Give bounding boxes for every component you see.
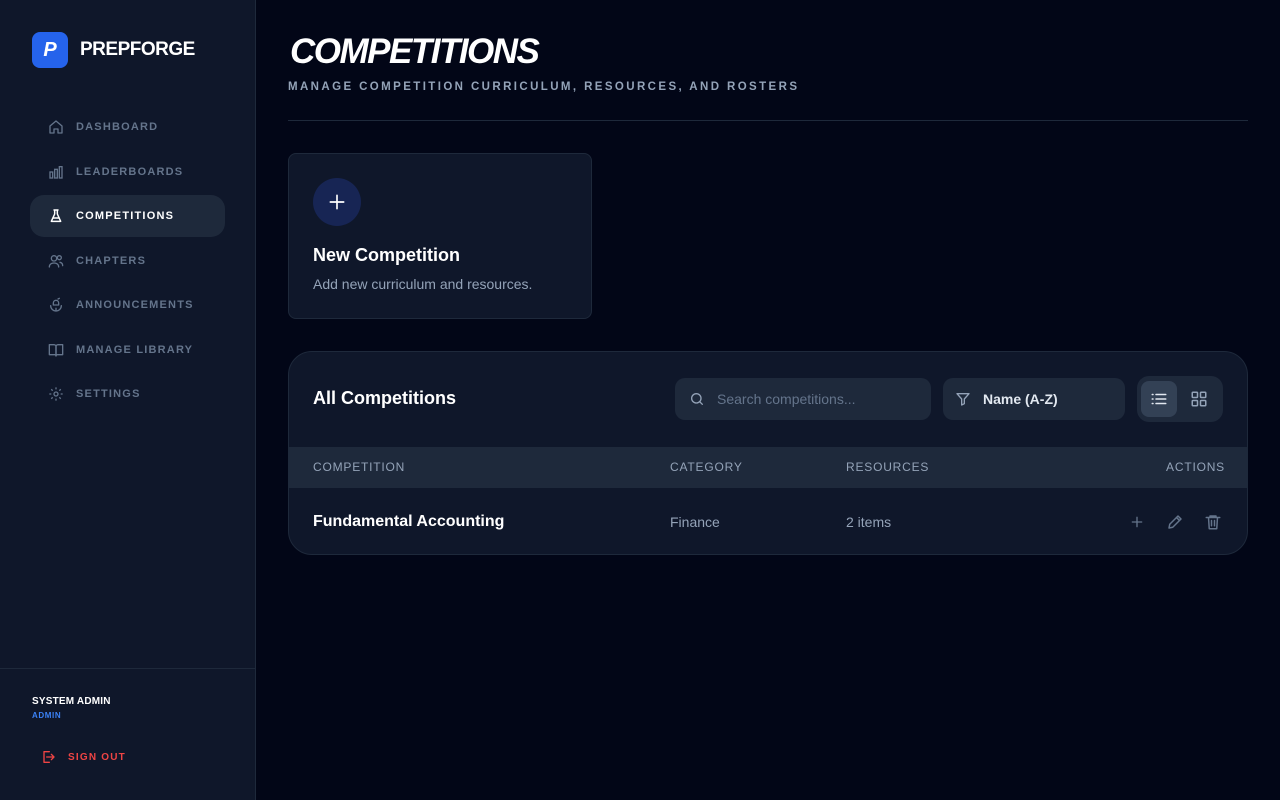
page-subtitle: MANAGE COMPETITION CURRICULUM, RESOURCES… bbox=[288, 81, 800, 93]
sidebar-item-competitions[interactable]: COMPETITIONS bbox=[30, 195, 225, 237]
competition-category: Finance bbox=[670, 514, 720, 530]
competitions-panel: All Competitions Name (A-Z) COMPETITION … bbox=[288, 351, 1248, 555]
sidebar-item-manage-library[interactable]: MANAGE LIBRARY bbox=[30, 329, 225, 371]
flask-icon bbox=[50, 209, 62, 223]
sidebar-item-label: ANNOUNCEMENTS bbox=[76, 299, 194, 311]
trash-icon bbox=[1205, 515, 1221, 530]
sidebar-item-leaderboards[interactable]: LEADERBOARDS bbox=[30, 151, 225, 193]
add-resource-button[interactable] bbox=[1125, 510, 1149, 534]
sidebar-item-announcements[interactable]: ANNOUNCEMENTS bbox=[30, 284, 225, 326]
delete-button[interactable] bbox=[1201, 510, 1225, 534]
competition-name: Fundamental Accounting bbox=[313, 513, 505, 530]
column-header-competition: COMPETITION bbox=[313, 460, 406, 474]
sidebar-item-label: CHAPTERS bbox=[76, 254, 147, 267]
search-box[interactable] bbox=[675, 378, 931, 420]
new-competition-card[interactable]: New Competition Add new curriculum and r… bbox=[288, 153, 592, 319]
gear-icon bbox=[49, 387, 63, 401]
page-title: COMPETITIONS bbox=[290, 32, 540, 71]
sidebar-nav: DASHBOARD LEADERBOARDS COMPETITIONS CHAP… bbox=[30, 106, 225, 418]
edit-button[interactable] bbox=[1163, 510, 1187, 534]
brand-logo: P bbox=[32, 32, 68, 68]
row-actions bbox=[1125, 510, 1225, 534]
bar-chart-icon bbox=[49, 165, 63, 179]
new-competition-description: Add new curriculum and resources. bbox=[313, 276, 533, 292]
column-header-category: CATEGORY bbox=[670, 460, 743, 474]
sidebar-item-settings[interactable]: SETTINGS bbox=[30, 373, 225, 415]
list-icon bbox=[1151, 393, 1167, 405]
filter-icon bbox=[956, 393, 970, 406]
sidebar-item-chapters[interactable]: CHAPTERS bbox=[30, 240, 225, 282]
sidebar-item-label: DASHBOARD bbox=[76, 121, 159, 133]
sidebar-item-label: COMPETITIONS bbox=[76, 210, 175, 222]
sort-select[interactable]: Name (A-Z) bbox=[943, 378, 1125, 420]
user-name: SYSTEM ADMIN bbox=[32, 696, 111, 707]
sign-out-label: SIGN OUT bbox=[68, 751, 126, 763]
sidebar-item-label: LEADERBOARDS bbox=[76, 165, 184, 178]
column-header-actions: ACTIONS bbox=[1166, 460, 1225, 474]
brand[interactable]: P PREPFORGE bbox=[32, 32, 195, 68]
view-toggle bbox=[1137, 376, 1223, 422]
column-header-resources: RESOURCES bbox=[846, 460, 930, 474]
search-icon bbox=[691, 393, 703, 405]
pencil-icon bbox=[1168, 515, 1182, 529]
user-role: ADMIN bbox=[32, 711, 62, 720]
megaphone-icon bbox=[50, 297, 62, 312]
table-row[interactable]: Fundamental Accounting Finance 2 items bbox=[289, 488, 1247, 554]
search-input[interactable] bbox=[717, 391, 917, 407]
sidebar: P PREPFORGE DASHBOARD LEADERBOARDS COMPE… bbox=[0, 0, 256, 800]
sidebar-item-label: MANAGE LIBRARY bbox=[76, 343, 194, 356]
new-competition-title: New Competition bbox=[313, 245, 460, 265]
plus-icon bbox=[1131, 516, 1143, 528]
book-icon bbox=[48, 343, 64, 357]
sort-value: Name (A-Z) bbox=[983, 391, 1058, 407]
plus-icon bbox=[313, 178, 361, 226]
sign-out-icon bbox=[43, 751, 55, 763]
sidebar-item-label: SETTINGS bbox=[76, 388, 141, 400]
home-icon bbox=[49, 120, 63, 134]
header-divider bbox=[288, 120, 1248, 121]
sign-out-button[interactable]: SIGN OUT bbox=[40, 749, 126, 765]
panel-title: All Competitions bbox=[313, 388, 456, 408]
brand-name: PREPFORGE bbox=[80, 39, 195, 60]
users-icon bbox=[48, 254, 64, 268]
table-header: COMPETITION CATEGORY RESOURCES ACTIONS bbox=[289, 447, 1247, 488]
sidebar-item-dashboard[interactable]: DASHBOARD bbox=[30, 106, 225, 148]
list-view-button[interactable] bbox=[1141, 381, 1177, 417]
grid-view-button[interactable] bbox=[1181, 381, 1217, 417]
sidebar-footer: SYSTEM ADMIN ADMIN SIGN OUT bbox=[0, 668, 255, 800]
competition-resources: 2 items bbox=[846, 514, 892, 530]
grid-icon bbox=[1191, 391, 1207, 407]
